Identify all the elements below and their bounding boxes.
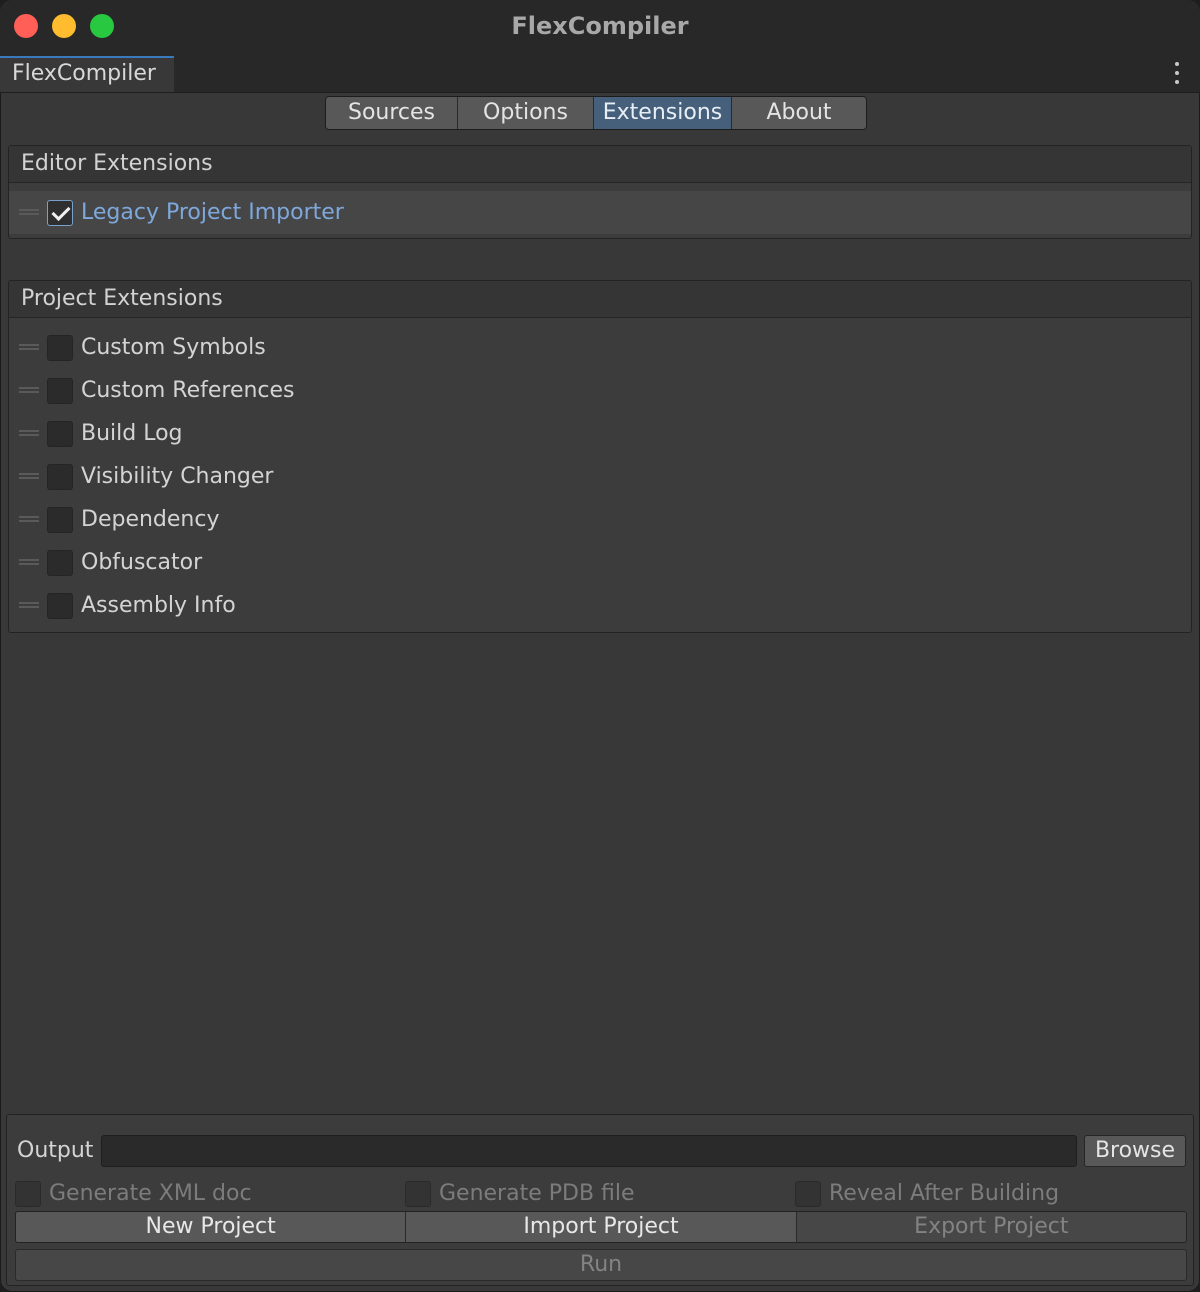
- build-panel: Output Browse Generate XML doc Generate …: [6, 1114, 1194, 1286]
- checkbox[interactable]: [47, 593, 73, 619]
- option-label: Generate XML doc: [49, 1181, 252, 1206]
- tab-extensions[interactable]: Extensions: [594, 97, 732, 129]
- list-item[interactable]: Build Log: [9, 412, 1191, 455]
- export-project-button: Export Project: [796, 1212, 1186, 1242]
- option-label: Generate PDB file: [439, 1181, 635, 1206]
- checkbox: [405, 1181, 431, 1207]
- more-options-icon[interactable]: [1174, 62, 1180, 84]
- output-label: Output: [17, 1138, 94, 1163]
- list-item[interactable]: Obfuscator: [9, 541, 1191, 584]
- option-label: Reveal After Building: [829, 1181, 1060, 1206]
- drag-handle-icon[interactable]: [19, 387, 39, 393]
- drag-handle-icon[interactable]: [19, 516, 39, 522]
- extension-label: Legacy Project Importer: [81, 200, 344, 225]
- editor-extensions-panel: Editor Extensions Legacy Project Importe…: [8, 145, 1192, 239]
- title-bar: FlexCompiler: [0, 0, 1200, 52]
- project-extensions-panel: Project Extensions Custom Symbols Custom…: [8, 280, 1192, 633]
- drag-handle-icon[interactable]: [19, 602, 39, 608]
- kebab-dot: [1175, 62, 1179, 66]
- tab-sources[interactable]: Sources: [326, 97, 458, 129]
- kebab-dot: [1175, 80, 1179, 84]
- checkbox[interactable]: [47, 507, 73, 533]
- extension-label: Custom References: [81, 378, 295, 403]
- document-tab[interactable]: FlexCompiler: [0, 56, 174, 92]
- extension-label: Obfuscator: [81, 550, 203, 575]
- checkbox[interactable]: [47, 200, 73, 226]
- list-item[interactable]: Custom References: [9, 369, 1191, 412]
- checkmark-icon: [51, 201, 71, 222]
- run-button: Run: [15, 1249, 1187, 1281]
- extension-label: Assembly Info: [81, 593, 236, 618]
- import-project-button[interactable]: Import Project: [406, 1212, 797, 1242]
- drag-handle-icon[interactable]: [19, 430, 39, 436]
- section-tabs: Sources Options Extensions About: [325, 96, 867, 130]
- project-extensions-header: Project Extensions: [9, 281, 1191, 318]
- drag-handle-icon[interactable]: [19, 344, 39, 350]
- list-item[interactable]: Legacy Project Importer: [9, 191, 1191, 234]
- list-item[interactable]: Dependency: [9, 498, 1191, 541]
- kebab-dot: [1175, 71, 1179, 75]
- extension-label: Visibility Changer: [81, 464, 274, 489]
- extension-label: Dependency: [81, 507, 220, 532]
- extension-label: Custom Symbols: [81, 335, 266, 360]
- checkbox[interactable]: [47, 421, 73, 447]
- tab-options[interactable]: Options: [458, 97, 594, 129]
- checkbox[interactable]: [47, 378, 73, 404]
- drag-handle-icon[interactable]: [19, 209, 39, 215]
- document-tab-strip: FlexCompiler: [0, 52, 1200, 93]
- browse-button[interactable]: Browse: [1084, 1135, 1186, 1167]
- checkbox[interactable]: [47, 550, 73, 576]
- list-item[interactable]: Visibility Changer: [9, 455, 1191, 498]
- tab-about[interactable]: About: [732, 97, 866, 129]
- drag-handle-icon[interactable]: [19, 473, 39, 479]
- window-title: FlexCompiler: [511, 12, 689, 40]
- checkbox: [795, 1181, 821, 1207]
- checkbox[interactable]: [47, 464, 73, 490]
- extension-label: Build Log: [81, 421, 183, 446]
- editor-extensions-header: Editor Extensions: [9, 146, 1191, 183]
- output-path-input[interactable]: [101, 1135, 1077, 1167]
- drag-handle-icon[interactable]: [19, 559, 39, 565]
- app-window: FlexCompiler FlexCompiler Sources Option…: [0, 0, 1200, 1292]
- list-item[interactable]: Assembly Info: [9, 584, 1191, 627]
- new-project-button[interactable]: New Project: [16, 1212, 407, 1242]
- checkbox: [15, 1181, 41, 1207]
- project-actions: New Project Import Project Export Projec…: [15, 1211, 1187, 1243]
- list-item[interactable]: Custom Symbols: [9, 326, 1191, 369]
- checkbox[interactable]: [47, 335, 73, 361]
